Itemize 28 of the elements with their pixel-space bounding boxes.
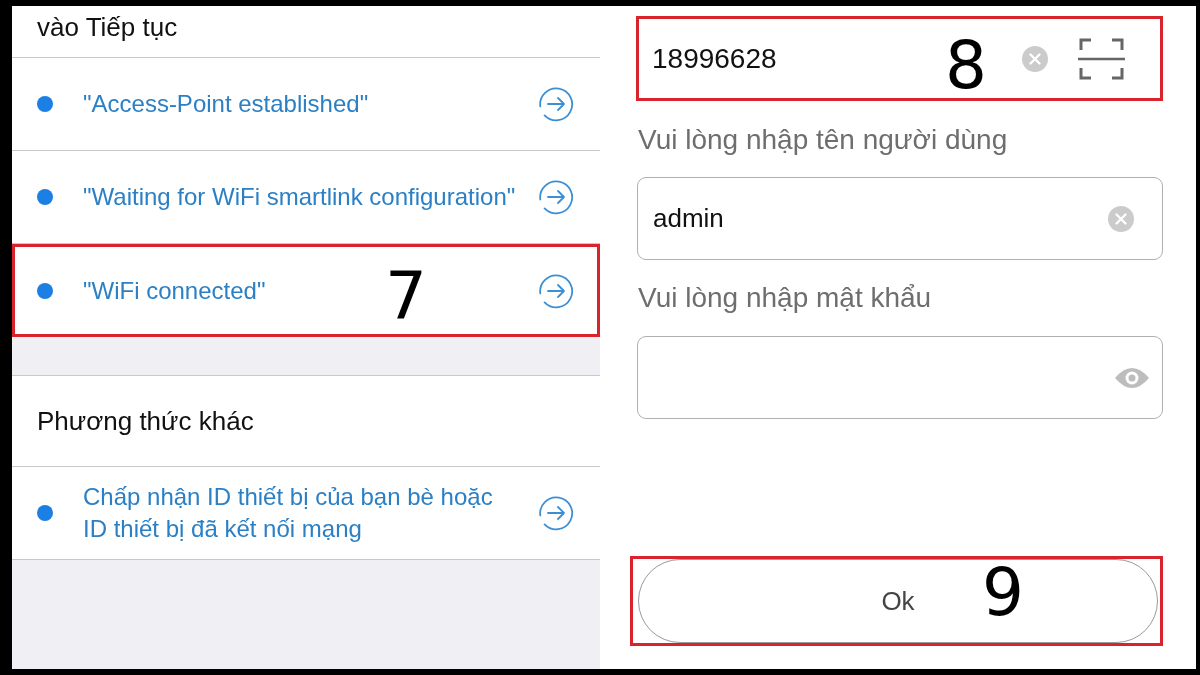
callout-number: 7 — [385, 271, 427, 323]
bullet-dot-icon — [37, 505, 53, 521]
instruction-text: vào Tiếp tục — [12, 6, 600, 58]
arrow-circle-icon — [538, 495, 574, 531]
clear-icon[interactable] — [1108, 205, 1134, 232]
bullet-dot-icon — [37, 189, 53, 205]
arrow-circle-icon — [538, 272, 574, 309]
option-label: "Waiting for WiFi smartlink configuration" — [83, 182, 516, 212]
callout-number: 9 — [982, 567, 1024, 619]
option-label: "Access-Point established" — [83, 89, 369, 119]
bullet-dot-icon — [37, 96, 53, 112]
eye-icon[interactable] — [1115, 366, 1149, 389]
arrow-circle-icon — [538, 179, 574, 215]
option-label: "WiFi connected" — [83, 275, 266, 306]
scan-icon[interactable] — [1078, 36, 1125, 81]
section-title: Phương thức khác — [12, 375, 600, 467]
username-field[interactable]: admin — [637, 177, 1163, 260]
field-label: Vui lòng nhập tên người dùng — [638, 123, 1009, 157]
list-row[interactable]: "Access-Point established" — [12, 58, 600, 151]
callout-number: 8 — [945, 40, 987, 92]
bullet-dot-icon — [37, 282, 53, 299]
field-label: Vui lòng nhập mật khẩu — [638, 281, 933, 315]
clear-icon[interactable] — [1022, 45, 1048, 72]
list-row[interactable]: "Waiting for WiFi smartlink configuration" — [12, 151, 600, 244]
list-row[interactable]: Chấp nhận ID thiết bị của bạn bè hoặc ID thiết bị đã kết nối mạng — [12, 467, 600, 560]
password-field[interactable] — [637, 336, 1163, 419]
arrow-circle-icon — [538, 86, 574, 122]
option-label: Chấp nhận ID thiết bị của bạn bè hoặc ID thiết bị đã kết nối mạng — [83, 482, 494, 544]
